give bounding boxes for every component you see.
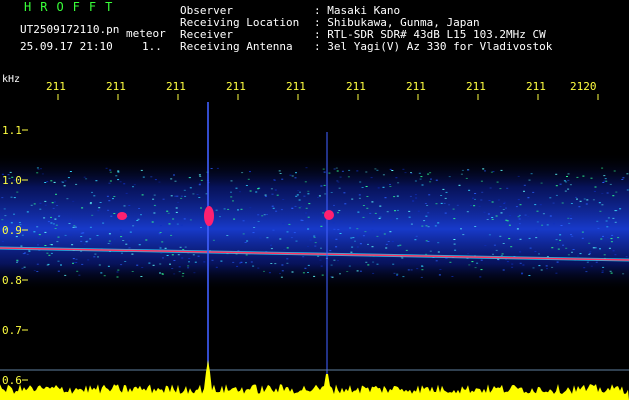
x-tick-label: 211: [226, 80, 246, 93]
hrofft-window: HROFFT UT2509172110.pn meteor 25.09.17 2…: [0, 0, 629, 400]
meteor-head-2: [324, 210, 334, 220]
x-axis-ticks: 211 211 211 211 211 211 211 211 211 2120: [46, 80, 599, 100]
datetime: 25.09.17 21:10: [20, 40, 113, 53]
y-tick-label: 0.7: [2, 324, 22, 337]
x-tick-label: 211: [526, 80, 546, 93]
x-tick-label: 211: [406, 80, 426, 93]
power-fill: [0, 360, 629, 400]
x-tick-label: 211: [346, 80, 366, 93]
y-unit-label: kHz: [2, 74, 21, 85]
meteor-head-3: [117, 212, 127, 220]
y-tick-label: 1.1: [2, 124, 22, 137]
y-tick-label: 0.8: [2, 274, 22, 287]
x-tick-label: 211: [46, 80, 66, 93]
antenna-value: : 3el Yagi(V) Az 330 for Vladivostok: [314, 40, 553, 53]
noise-band: [0, 152, 629, 292]
meteor-tag: meteor: [126, 27, 166, 40]
x-tick-label: 2120: [570, 80, 597, 93]
antenna-label: Receiving Antenna: [180, 40, 293, 53]
x-tick-label: 211: [286, 80, 306, 93]
meteor-count: 1..: [142, 40, 162, 53]
y-tick-label: 0.6: [2, 374, 22, 387]
meteor-head-1: [204, 206, 214, 226]
file-name: UT2509172110.pn: [20, 23, 120, 36]
x-tick-label: 211: [466, 80, 486, 93]
x-tick-label: 211: [166, 80, 186, 93]
spectrogram: 211 211 211 211 211 211 211 211 211 2120 1.1 1.0 0.…: [0, 80, 629, 400]
y-tick-label: 1.0: [2, 174, 22, 187]
x-tick-label: 211: [106, 80, 126, 93]
app-logo: HROFFT: [24, 0, 122, 14]
power-trace: [0, 360, 629, 400]
y-tick-label: 0.9: [2, 224, 22, 237]
